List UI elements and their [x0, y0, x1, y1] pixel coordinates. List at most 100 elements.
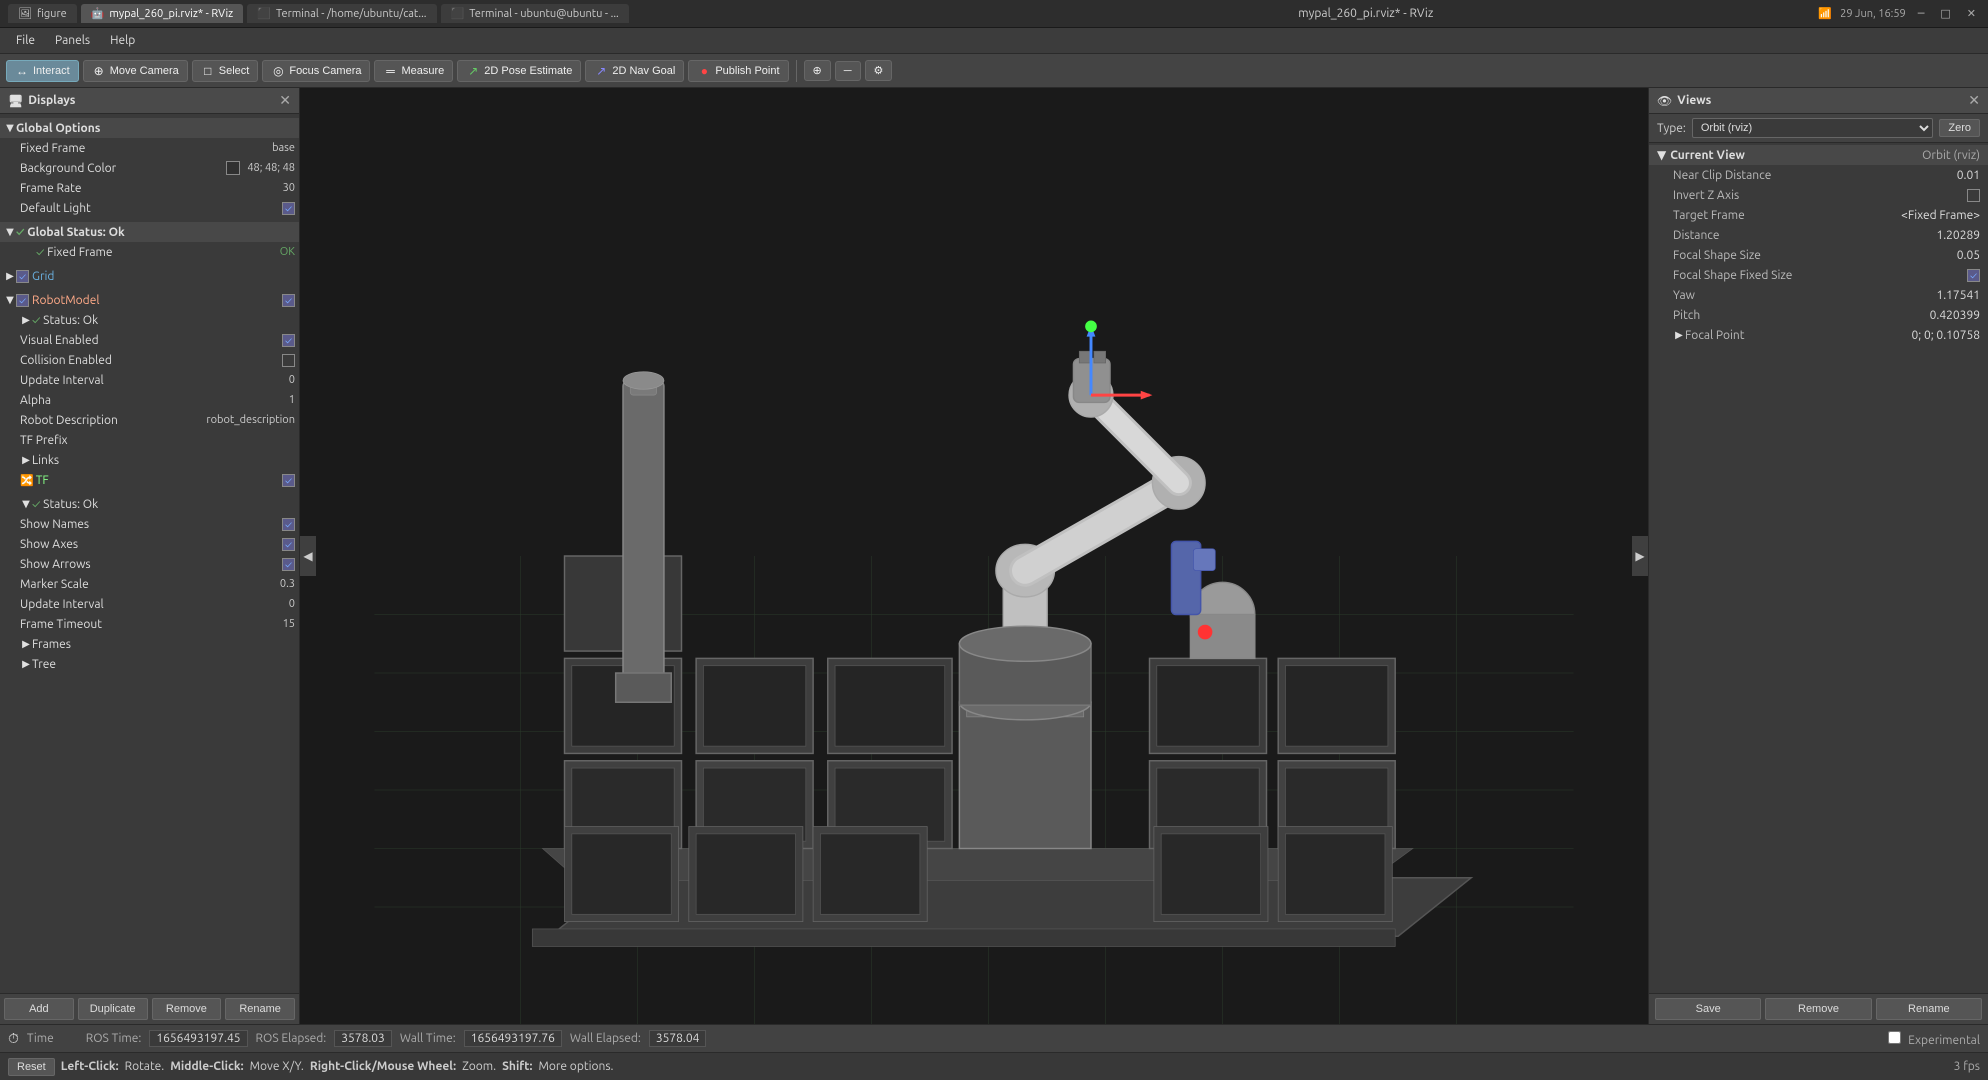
toolbar-extra-3[interactable]: ⚙ [865, 60, 893, 81]
reset-button[interactable]: Reset [8, 1058, 55, 1076]
target-frame-row[interactable]: Target Frame <Fixed Frame> [1649, 205, 1988, 225]
maximize-btn[interactable]: □ [1936, 7, 1954, 20]
alpha-row[interactable]: Alpha 1 [0, 390, 299, 410]
tab-figure[interactable]: 🖼 figure [8, 4, 77, 23]
current-view-header[interactable]: ▼ Current View Orbit (rviz) [1649, 145, 1988, 165]
show-names-row[interactable]: Show Names [0, 514, 299, 534]
robot-model-enabled-checkbox[interactable] [16, 294, 29, 307]
displays-panel-close[interactable]: ✕ [279, 92, 291, 109]
global-options-header[interactable]: ▼ Global Options [0, 118, 299, 138]
distance-row[interactable]: Distance 1.20289 [1649, 225, 1988, 245]
alpha-label: Alpha [20, 394, 285, 407]
rename-view-button[interactable]: Rename [1876, 998, 1982, 1020]
menu-help[interactable]: Help [100, 31, 145, 50]
robot-status-row[interactable]: ▶ ✓ Status: Ok [0, 310, 299, 330]
tf-row[interactable]: 🔀 TF [0, 470, 299, 490]
tf-checkbox[interactable] [282, 474, 295, 487]
robot-description-row[interactable]: Robot Description robot_description [0, 410, 299, 430]
close-btn[interactable]: ✕ [1963, 7, 1980, 20]
tf-section-header[interactable]: ▼ ✓ Status: Ok [0, 494, 299, 514]
focal-shape-size-row[interactable]: Focal Shape Size 0.05 [1649, 245, 1988, 265]
show-arrows-label: Show Arrows [20, 558, 282, 571]
marker-scale-row[interactable]: Marker Scale 0.3 [0, 574, 299, 594]
save-view-button[interactable]: Save [1655, 998, 1761, 1020]
measure-button[interactable]: ═ Measure [374, 60, 453, 82]
menu-file[interactable]: File [6, 31, 45, 50]
robot-model-checkbox-right[interactable] [282, 294, 295, 307]
interact-button[interactable]: ↔ Interact [6, 60, 79, 82]
frames-row[interactable]: ▶ Frames [0, 634, 299, 654]
toolbar-extra-1[interactable]: ⊕ [804, 60, 831, 81]
bg-color-row[interactable]: Background Color 48; 48; 48 [0, 158, 299, 178]
visual-enabled-label: Visual Enabled [20, 334, 282, 347]
focal-shape-size-label: Focal Shape Size [1673, 249, 1957, 262]
collision-enabled-checkbox[interactable] [282, 354, 295, 367]
move-camera-button[interactable]: ⊕ Move Camera [83, 60, 188, 82]
focus-camera-label: Focus Camera [289, 65, 361, 77]
rename-button[interactable]: Rename [225, 998, 295, 1020]
duplicate-button[interactable]: Duplicate [78, 998, 148, 1020]
update-interval-row[interactable]: Update Interval 0 [0, 370, 299, 390]
fixed-frame-row[interactable]: Fixed Frame base [0, 138, 299, 158]
invert-z-checkbox[interactable] [1967, 189, 1980, 202]
add-button[interactable]: Add [4, 998, 74, 1020]
viewport[interactable]: ◀ [300, 88, 1648, 1024]
publish-point-button[interactable]: ● Publish Point [688, 60, 788, 82]
near-clip-row[interactable]: Near Clip Distance 0.01 [1649, 165, 1988, 185]
views-zero-button[interactable]: Zero [1939, 119, 1980, 137]
collision-enabled-row[interactable]: Collision Enabled [0, 350, 299, 370]
links-row[interactable]: ▶ Links [0, 450, 299, 470]
measure-label: Measure [401, 65, 444, 77]
yaw-row[interactable]: Yaw 1.17541 [1649, 285, 1988, 305]
nav-goal-button[interactable]: ↗ 2D Nav Goal [585, 60, 684, 82]
focal-shape-fixed-checkbox[interactable] [1967, 269, 1980, 282]
tree-row[interactable]: ▶ Tree [0, 654, 299, 674]
focal-shape-fixed-row[interactable]: Focal Shape Fixed Size [1649, 265, 1988, 285]
default-light-row[interactable]: Default Light [0, 198, 299, 218]
show-arrows-checkbox[interactable] [282, 558, 295, 571]
grid-enabled-checkbox[interactable] [16, 270, 29, 283]
show-axes-row[interactable]: Show Axes [0, 534, 299, 554]
experimental-checkbox[interactable] [1888, 1031, 1901, 1044]
global-status-header[interactable]: ▼ ✓ Global Status: Ok [0, 222, 299, 242]
select-button[interactable]: □ Select [192, 60, 259, 82]
remove-view-button[interactable]: Remove [1765, 998, 1871, 1020]
pitch-row[interactable]: Pitch 0.420399 [1649, 305, 1988, 325]
robot-model-header[interactable]: ▼ RobotModel [0, 290, 299, 310]
views-panel-title: Views [1677, 94, 1711, 107]
views-panel-buttons: Save Remove Rename [1649, 993, 1988, 1024]
views-type-select[interactable]: Orbit (rviz) [1692, 118, 1934, 138]
default-light-checkbox[interactable] [282, 202, 295, 215]
toolbar-extra-2[interactable]: ─ [835, 61, 861, 81]
global-status-fixed-frame-row[interactable]: ✓ Fixed Frame OK [0, 242, 299, 262]
toolbar-separator [796, 60, 797, 82]
focus-camera-button[interactable]: ◎ Focus Camera [262, 60, 370, 82]
show-arrows-row[interactable]: Show Arrows [0, 554, 299, 574]
frames-arrow: ▶ [20, 638, 32, 650]
tab-rviz[interactable]: 🤖 mypal_260_pi.rviz* - RViz [81, 4, 244, 23]
frame-timeout-row[interactable]: Frame Timeout 15 [0, 614, 299, 634]
tab-terminal1[interactable]: ⬛ Terminal - /home/ubuntu/cat... [247, 4, 436, 23]
pose-estimate-button[interactable]: ↗ 2D Pose Estimate [457, 60, 581, 82]
tab-terminal2[interactable]: ⬛ Terminal - ubuntu@ubuntu - ... [441, 4, 629, 23]
tree-arrow: ▶ [20, 658, 32, 670]
show-axes-checkbox[interactable] [282, 538, 295, 551]
show-names-checkbox[interactable] [282, 518, 295, 531]
tab-terminal1-label: Terminal - /home/ubuntu/cat... [276, 8, 427, 20]
viewport-arrow-left[interactable]: ◀ [300, 536, 316, 576]
invert-z-row[interactable]: Invert Z Axis [1649, 185, 1988, 205]
grid-row[interactable]: ▶ Grid [0, 266, 299, 286]
minimize-btn[interactable]: ─ [1914, 7, 1929, 20]
focal-point-row[interactable]: ▶ Focal Point 0; 0; 0.10758 [1649, 325, 1988, 345]
grid-label: Grid [32, 270, 295, 283]
remove-button[interactable]: Remove [152, 998, 222, 1020]
left-click-label: Left-Click: [61, 1060, 119, 1073]
visual-enabled-checkbox[interactable] [282, 334, 295, 347]
frame-rate-row[interactable]: Frame Rate 30 [0, 178, 299, 198]
viewport-arrow-right[interactable]: ▶ [1632, 536, 1648, 576]
tf-prefix-row[interactable]: TF Prefix [0, 430, 299, 450]
views-panel-close[interactable]: ✕ [1968, 92, 1980, 109]
visual-enabled-row[interactable]: Visual Enabled [0, 330, 299, 350]
tf-update-interval-row[interactable]: Update Interval 0 [0, 594, 299, 614]
menu-panels[interactable]: Panels [45, 31, 100, 50]
